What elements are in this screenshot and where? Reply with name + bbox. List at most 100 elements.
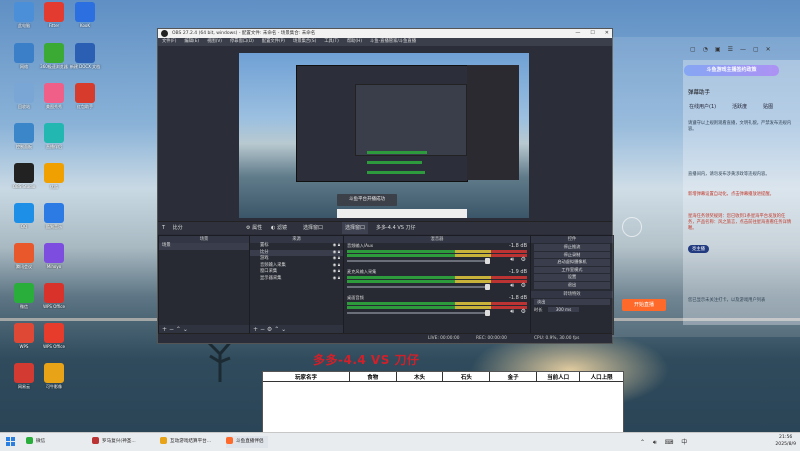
menu-docks[interactable]: 停靠窗口(D) <box>230 38 254 46</box>
source-settings-icon[interactable]: ⚙ <box>267 326 272 333</box>
browser-icon <box>44 43 64 63</box>
menu-file[interactable]: 文件(F) <box>162 38 176 46</box>
preview-live-banner: 斗鱼平台开播成功 <box>337 194 397 206</box>
speaker-icon[interactable]: 🔊︎ <box>510 256 514 264</box>
settings-button[interactable]: 设置 <box>534 274 610 281</box>
start-live-button[interactable]: 开始直播 <box>622 299 666 311</box>
add-source-icon[interactable]: + <box>253 326 258 333</box>
tab-online-users[interactable]: 在线用户(1) <box>689 103 716 110</box>
stop-streaming-button[interactable]: 停止推流 <box>534 244 610 251</box>
menu-tools[interactable]: 工具(T) <box>324 38 339 46</box>
select-window-button[interactable]: 选择窗口 <box>303 222 323 234</box>
add-scene-icon[interactable]: + <box>162 326 167 333</box>
obs-logo-icon <box>161 30 168 37</box>
cloud-music-icon <box>14 363 34 383</box>
camera-toggle-icon[interactable] <box>622 217 642 237</box>
channel-db: -1.8 dB <box>509 295 527 301</box>
text-content-field[interactable]: 多多-4.4 VS 刀仔 <box>376 222 416 234</box>
col-stone: 石头 <box>442 372 491 382</box>
source-item[interactable]: 显示器采集 ◉ 🔒︎ <box>250 276 343 283</box>
properties-button[interactable]: ⚙ 属性 <box>246 222 262 234</box>
move-down-icon[interactable]: ⌄ <box>183 326 188 333</box>
helper-line: 星海任务领奖规则：您已收到1条星海平台发放的任务，产品名称：风之旅言，点击前往星… <box>688 214 792 231</box>
eye-icon[interactable]: ◉ 🔒︎ <box>333 276 340 283</box>
menu-scene-collection[interactable]: 场景集合(S) <box>293 38 316 46</box>
scenes-dock-title: 场景 <box>159 236 249 243</box>
desktop-icon[interactable]: KooK <box>64 2 106 38</box>
desktop-icon[interactable]: 优酷 <box>33 163 75 199</box>
streamer-badge[interactable]: 亮主播 <box>688 245 709 253</box>
volume-slider[interactable] <box>347 258 490 264</box>
minimize-icon[interactable]: — <box>575 29 580 38</box>
obs-preview[interactable]: 斗鱼平台开播成功 <box>239 53 529 218</box>
desktop-icon[interactable]: 新建 DOCX 文档 <box>64 43 106 79</box>
studio-mode-button[interactable]: 工作室模式 <box>534 266 610 274</box>
transitions-title: 转场特效 <box>531 290 613 298</box>
desktop-icon[interactable]: 可牛影像 <box>33 363 75 399</box>
exit-button[interactable]: 退出 <box>534 281 610 289</box>
taskbar-item-platform[interactable]: 互动游戏结算平台... <box>160 436 211 448</box>
desktop-icon[interactable]: 直播伴侣 <box>33 123 75 159</box>
menu-help[interactable]: 帮助(H) <box>347 38 362 46</box>
taskbar-item-wechat[interactable]: 微信 <box>26 436 45 448</box>
volume-meter <box>347 254 527 257</box>
menu-edit[interactable]: 编辑(E) <box>184 38 199 46</box>
close-icon[interactable]: ✕ <box>605 29 609 38</box>
move-down-icon[interactable]: ⌄ <box>281 326 286 333</box>
source-label: 窗口采集 <box>260 269 278 274</box>
tab-stickers[interactable]: 贴图 <box>763 103 773 110</box>
scene-item[interactable]: 场景 <box>159 243 249 250</box>
desktop-icon[interactable]: Mihoyo <box>33 243 75 279</box>
taskbar-clock[interactable]: 21:56 2025/8/9 <box>775 434 796 448</box>
remove-source-icon[interactable]: − <box>260 326 265 333</box>
taskbar-label: 斗鱼直播伴侣 <box>236 439 264 444</box>
fitter-icon <box>44 2 64 22</box>
taskbar-item-live[interactable]: 斗鱼直播伴侣 <box>226 436 268 448</box>
start-icon[interactable] <box>6 437 15 446</box>
source-toolbar: T 比分 ⚙ 属性 ◐ 滤镜 选择窗口 选择窗口 多多-4.4 VS 刀仔 <box>158 221 612 234</box>
desktop-icon-label: WPS Office <box>43 304 65 309</box>
taskbar-item-game[interactable]: 罗马复兴(神圣... <box>92 436 136 448</box>
move-up-icon[interactable]: ⌃ <box>274 326 279 333</box>
helper-line: 直播间内，请勿发布涉黄涉政等违规内容。 <box>688 172 770 177</box>
desktop-icon[interactable]: 红包助手 <box>64 83 106 119</box>
tray-icons[interactable]: ⌃ 🔊︎ ⌨ 中 <box>640 437 690 447</box>
stop-recording-button[interactable]: 停止录制 <box>534 251 610 259</box>
desktop-icon[interactable]: WPS Office <box>33 283 75 319</box>
control-panel-icon <box>14 123 34 143</box>
tab-activity[interactable]: 活跃度 <box>732 103 747 110</box>
desktop-icon[interactable]: 酷狗音乐 <box>33 203 75 239</box>
gear-icon[interactable]: ⚙ <box>521 308 526 315</box>
maximize-icon[interactable]: ☐ <box>590 29 594 38</box>
volume-meter <box>347 302 527 305</box>
helper-tabs: 在线用户(1) 活跃度 贴图 <box>689 103 773 110</box>
cpu-fps: CPU: 0.9%, 30.00 fps <box>534 336 580 341</box>
score-header-row: 玩家名字 食物 木头 石头 金子 当前人口 人口上限 <box>263 372 623 382</box>
speaker-icon[interactable]: 🔊︎ <box>510 308 514 316</box>
platform-icon <box>160 437 167 444</box>
remove-scene-icon[interactable]: − <box>169 326 174 333</box>
transition-select[interactable]: 淡出 <box>534 298 610 306</box>
filters-button[interactable]: ◐ 滤镜 <box>271 222 287 234</box>
menu-profile[interactable]: 配置文件(P) <box>262 38 285 46</box>
mixer-channel: 音频输入/Aux -1.8 dB 🔊︎ ⚙ <box>344 243 530 269</box>
preview-score-table <box>337 209 467 218</box>
menu-view[interactable]: 视图(V) <box>207 38 222 46</box>
move-up-icon[interactable]: ⌃ <box>176 326 181 333</box>
desktop-icon[interactable]: WPS Office <box>33 323 75 359</box>
col-population: 当前人口 <box>536 372 581 382</box>
menu-douyu[interactable]: 斗鱼-直播管家/斗鱼直播 <box>370 38 416 46</box>
volume-slider[interactable] <box>347 284 490 290</box>
gear-icon[interactable]: ⚙ <box>521 282 526 289</box>
speaker-icon[interactable]: 🔊︎ <box>510 282 514 290</box>
gear-icon[interactable]: ⚙ <box>521 256 526 263</box>
volume-meter <box>347 250 527 253</box>
duration-input[interactable]: 300 ms <box>547 307 580 313</box>
properties-label: 属性 <box>252 225 263 231</box>
clock-date: 2025/8/9 <box>775 442 796 447</box>
window-capture-button[interactable]: 选择窗口 <box>342 222 369 234</box>
wechat-icon <box>14 283 34 303</box>
volume-slider[interactable] <box>347 310 490 316</box>
window-toolbar-icons[interactable]: ▢◔▣☰—▢✕ <box>690 46 778 53</box>
virtual-camera-button[interactable]: 启动虚拟摄像机 <box>534 259 610 266</box>
